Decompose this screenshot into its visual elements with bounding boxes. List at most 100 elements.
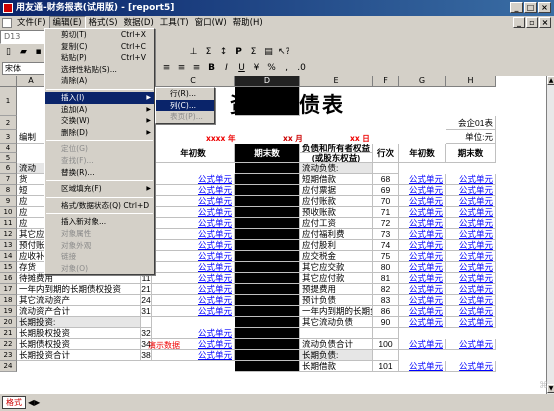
col-d-cell[interactable] <box>235 229 300 240</box>
edit-menu-item[interactable]: 对象外观 <box>45 240 154 252</box>
formula-cell[interactable]: 公式单元 <box>152 284 235 295</box>
sort-icon[interactable]: ↕ <box>217 46 230 59</box>
insert-submenu-item[interactable]: 行(R)... <box>156 88 214 100</box>
edit-menu-item[interactable]: 区域填充(F) ▶ <box>45 183 154 195</box>
right-item-name[interactable]: 预提费用 <box>300 284 373 295</box>
formula-cell[interactable]: 公式单元 <box>399 295 446 306</box>
right-item-name[interactable]: 其它流动负债 <box>300 317 373 328</box>
formula-cell[interactable]: 公式单元 <box>399 218 446 229</box>
decimal-icon[interactable]: .0 <box>295 62 308 75</box>
right-item-name[interactable]: 长期负债: <box>300 350 373 361</box>
column-header-C[interactable]: C <box>152 76 235 87</box>
vertical-scrollbar[interactable]: ▲ ▼ <box>546 76 554 394</box>
right-item-name[interactable]: 应付工资 <box>300 218 373 229</box>
right-item-name[interactable] <box>300 328 373 339</box>
right-item-name[interactable]: 预计负债 <box>300 295 373 306</box>
column-header-D[interactable]: D <box>235 76 300 87</box>
formula-cell[interactable]: 公式单元 <box>152 273 235 284</box>
formula-cell[interactable]: 公式单元 <box>152 240 235 251</box>
formula-cell[interactable]: 公式单元 <box>399 240 446 251</box>
col-d-cell[interactable] <box>235 251 300 262</box>
begin-header-2[interactable]: 年初数 <box>399 144 446 163</box>
right-item-name[interactable]: 一年内到期的长期负债 <box>300 306 373 317</box>
end-header-2[interactable]: 期末数 <box>446 144 496 163</box>
edit-menu-item[interactable]: 插入(I) ▶ <box>45 91 154 104</box>
formula-cell[interactable]: 公式单元 <box>446 361 496 372</box>
left-item-line[interactable] <box>141 317 152 328</box>
edit-menu-item[interactable]: 粘贴(P) Ctrl+V <box>45 52 154 64</box>
right-item-line[interactable]: 68 <box>373 174 399 185</box>
edit-menu-item[interactable]: 选择性粘贴(S)... <box>45 64 154 76</box>
right-item-name[interactable]: 应付股利 <box>300 240 373 251</box>
bold-icon[interactable]: B <box>205 62 218 75</box>
align-center-icon[interactable]: ≡ <box>175 62 188 75</box>
formula-cell[interactable]: 公式单元 <box>446 229 496 240</box>
right-item-name[interactable]: 长期借款 <box>300 361 373 372</box>
row-header[interactable]: 6 <box>0 163 17 174</box>
edit-menu-item[interactable]: 追加(A) ▶ <box>45 104 154 116</box>
cell-reference-box[interactable]: D13 <box>0 30 48 44</box>
column-header-G[interactable]: G <box>399 76 446 87</box>
formula-cell[interactable]: 公式单元 <box>399 196 446 207</box>
left-item-name[interactable]: 长期投资: <box>17 317 141 328</box>
formula-cell[interactable]: 公式单元 <box>446 284 496 295</box>
formula-cell[interactable]: 公式单元 <box>399 339 446 350</box>
formula-cell[interactable]: 公式单元 <box>152 229 235 240</box>
right-item-name[interactable]: 其它应付款 <box>300 273 373 284</box>
font-name-select[interactable]: 宋体 <box>2 61 46 75</box>
formula-cell[interactable]: 公式单元 <box>152 218 235 229</box>
menu-tools[interactable]: 工具(T) <box>157 17 192 30</box>
row-header[interactable]: 14 <box>0 251 17 262</box>
formula-cell[interactable]: 公式单元 <box>152 350 235 361</box>
right-item-name[interactable]: 流动负债: <box>300 163 373 174</box>
right-item-name[interactable]: 流动负债合计 <box>300 339 373 350</box>
liab-header[interactable]: 负债和所有者权益 <box>300 144 373 153</box>
row-header[interactable]: 24 <box>0 361 17 372</box>
row-header[interactable]: 12 <box>0 229 17 240</box>
formula-cell[interactable]: 公式单元 <box>399 284 446 295</box>
right-item-name[interactable]: 短期借款 <box>300 174 373 185</box>
right-item-name[interactable]: 预收账款 <box>300 207 373 218</box>
row-header[interactable]: 13 <box>0 240 17 251</box>
edit-menu-item[interactable]: 插入新对象... <box>45 216 154 228</box>
comma-icon[interactable]: , <box>280 62 293 75</box>
column-header-F[interactable]: F <box>373 76 399 87</box>
col-d-cell[interactable] <box>235 262 300 273</box>
formula-cell[interactable]: 公式单元 <box>152 207 235 218</box>
right-item-name[interactable]: 其它应交款 <box>300 262 373 273</box>
row-header[interactable]: 2 <box>0 116 17 130</box>
col-d-cell[interactable] <box>235 185 300 196</box>
formula-cell[interactable]: 公式单元 <box>399 174 446 185</box>
menu-window[interactable]: 窗口(W) <box>192 17 230 30</box>
row-header[interactable]: 20 <box>0 317 17 328</box>
col-d-cell[interactable] <box>235 218 300 229</box>
right-item-line[interactable]: 81 <box>373 273 399 284</box>
liab-header-sub[interactable]: (或股东权益) <box>300 153 373 163</box>
formula-cell[interactable]: 公式单元 <box>152 174 235 185</box>
row-header[interactable]: 7 <box>0 174 17 185</box>
edit-menu-item[interactable]: 链接 <box>45 251 154 263</box>
formula-cell[interactable]: 公式单元 <box>152 196 235 207</box>
col-d-cell[interactable] <box>235 317 300 328</box>
right-item-line[interactable]: 86 <box>373 306 399 317</box>
edit-menu-item[interactable]: 删除(D) ▶ <box>45 127 154 139</box>
formula-cell[interactable]: 公式单元 <box>446 207 496 218</box>
align-left-icon[interactable]: ≡ <box>160 62 173 75</box>
formula-cell[interactable]: 公式单元 <box>446 174 496 185</box>
col-d-cell[interactable] <box>235 361 300 372</box>
edit-menu-item[interactable]: 对象属性 <box>45 228 154 240</box>
col-d-cell[interactable] <box>235 306 300 317</box>
insert-submenu-item[interactable]: 列(C)... <box>156 99 214 112</box>
col-d-cell[interactable] <box>235 295 300 306</box>
formula-cell[interactable]: 公式单元 <box>446 295 496 306</box>
right-item-line[interactable] <box>373 328 399 339</box>
col-d-cell[interactable] <box>235 350 300 361</box>
insert-submenu-item[interactable]: 表页(P)... <box>156 111 214 123</box>
right-item-line[interactable]: 100 <box>373 339 399 350</box>
left-item-line[interactable]: 38 <box>141 350 152 361</box>
maximize-button[interactable]: □ <box>524 2 537 13</box>
doc-restore-button[interactable]: ▫ <box>526 17 538 28</box>
right-item-name[interactable]: 应付账款 <box>300 196 373 207</box>
left-item-line[interactable]: 21 <box>141 284 152 295</box>
formula-cell[interactable]: 公式单元 <box>446 251 496 262</box>
